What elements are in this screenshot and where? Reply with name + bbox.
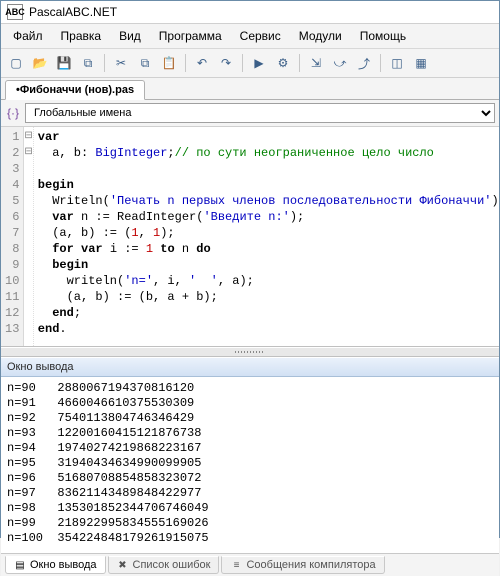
menu-программа[interactable]: Программа xyxy=(151,26,230,46)
toolbar-separator xyxy=(104,54,105,72)
toolbar-separator xyxy=(299,54,300,72)
toggle-icon[interactable]: ◫ xyxy=(386,52,408,74)
toolbar-separator xyxy=(242,54,243,72)
step-out-icon[interactable]: ⤴ xyxy=(353,52,375,74)
menubar: ФайлПравкаВидПрограммаСервисМодулиПомощь xyxy=(1,24,499,49)
output-body: n=90 2880067194370816120 n=91 4660046610… xyxy=(1,377,499,553)
run-icon[interactable]: ▶ xyxy=(248,52,270,74)
toolbar-separator xyxy=(185,54,186,72)
app-title: PascalABC.NET xyxy=(29,5,117,19)
toolbar-separator xyxy=(380,54,381,72)
output-header: Окно вывода xyxy=(1,357,499,377)
save-icon[interactable]: 💾 xyxy=(53,52,75,74)
menu-вид[interactable]: Вид xyxy=(111,26,149,46)
output-tab-icon: ▤ xyxy=(14,559,26,571)
copy-icon[interactable]: ⧉ xyxy=(134,52,156,74)
bottom-tabs: ▤ Окно вывода ✖ Список ошибок ≡ Сообщения ком… xyxy=(1,553,499,576)
output-tab-label: Окно вывода xyxy=(30,559,97,571)
menu-правка[interactable]: Правка xyxy=(53,26,110,46)
paste-icon[interactable]: 📋 xyxy=(158,52,180,74)
settings-icon[interactable]: ⚙ xyxy=(272,52,294,74)
output-tab[interactable]: ▤ Окно вывода xyxy=(5,556,106,574)
errors-tab[interactable]: ✖ Список ошибок xyxy=(108,556,220,574)
redo-icon[interactable]: ↷ xyxy=(215,52,237,74)
code-area[interactable]: var a, b: BigInteger;// по сути неограни… xyxy=(34,127,499,346)
tab-fibonacci[interactable]: •Фибоначчи (нов).pas xyxy=(5,80,145,100)
toolbar: ▢📂💾⧉✂⧉📋↶↷▶⚙⇲⤻⤴◫▦ xyxy=(1,49,499,78)
save-all-icon[interactable]: ⧉ xyxy=(77,52,99,74)
line-gutter: 1 2 3 4 5 6 7 8 9 10 11 12 13 xyxy=(1,127,24,346)
compiler-tab[interactable]: ≡ Сообщения компилятора xyxy=(221,556,384,574)
open-icon[interactable]: 📂 xyxy=(29,52,51,74)
form-icon[interactable]: ▦ xyxy=(410,52,432,74)
step-over-icon[interactable]: ⤻ xyxy=(329,52,351,74)
fold-column[interactable]: ⊟ ⊟ xyxy=(24,127,33,346)
scope-select[interactable]: Глобальные имена xyxy=(25,103,495,123)
code-editor[interactable]: 1 2 3 4 5 6 7 8 9 10 11 12 13 ⊟ ⊟ var a,… xyxy=(1,127,499,347)
menu-сервис[interactable]: Сервис xyxy=(232,26,289,46)
menu-модули[interactable]: Модули xyxy=(291,26,350,46)
document-tabs: •Фибоначчи (нов).pas xyxy=(1,78,499,100)
undo-icon[interactable]: ↶ xyxy=(191,52,213,74)
errors-tab-icon: ✖ xyxy=(117,559,129,571)
menu-файл[interactable]: Файл xyxy=(5,26,51,46)
cut-icon[interactable]: ✂ xyxy=(110,52,132,74)
titlebar: ABC PascalABC.NET xyxy=(1,1,499,24)
splitter[interactable] xyxy=(1,347,499,357)
scope-icon: {·} xyxy=(5,105,21,121)
menu-помощь[interactable]: Помощь xyxy=(352,26,414,46)
app-icon: ABC xyxy=(7,4,23,20)
errors-tab-label: Список ошибок xyxy=(133,559,211,571)
step-into-icon[interactable]: ⇲ xyxy=(305,52,327,74)
compiler-tab-label: Сообщения компилятора xyxy=(246,559,375,571)
compiler-tab-icon: ≡ xyxy=(230,559,242,571)
scope-row: {·} Глобальные имена xyxy=(1,100,499,127)
new-icon[interactable]: ▢ xyxy=(5,52,27,74)
